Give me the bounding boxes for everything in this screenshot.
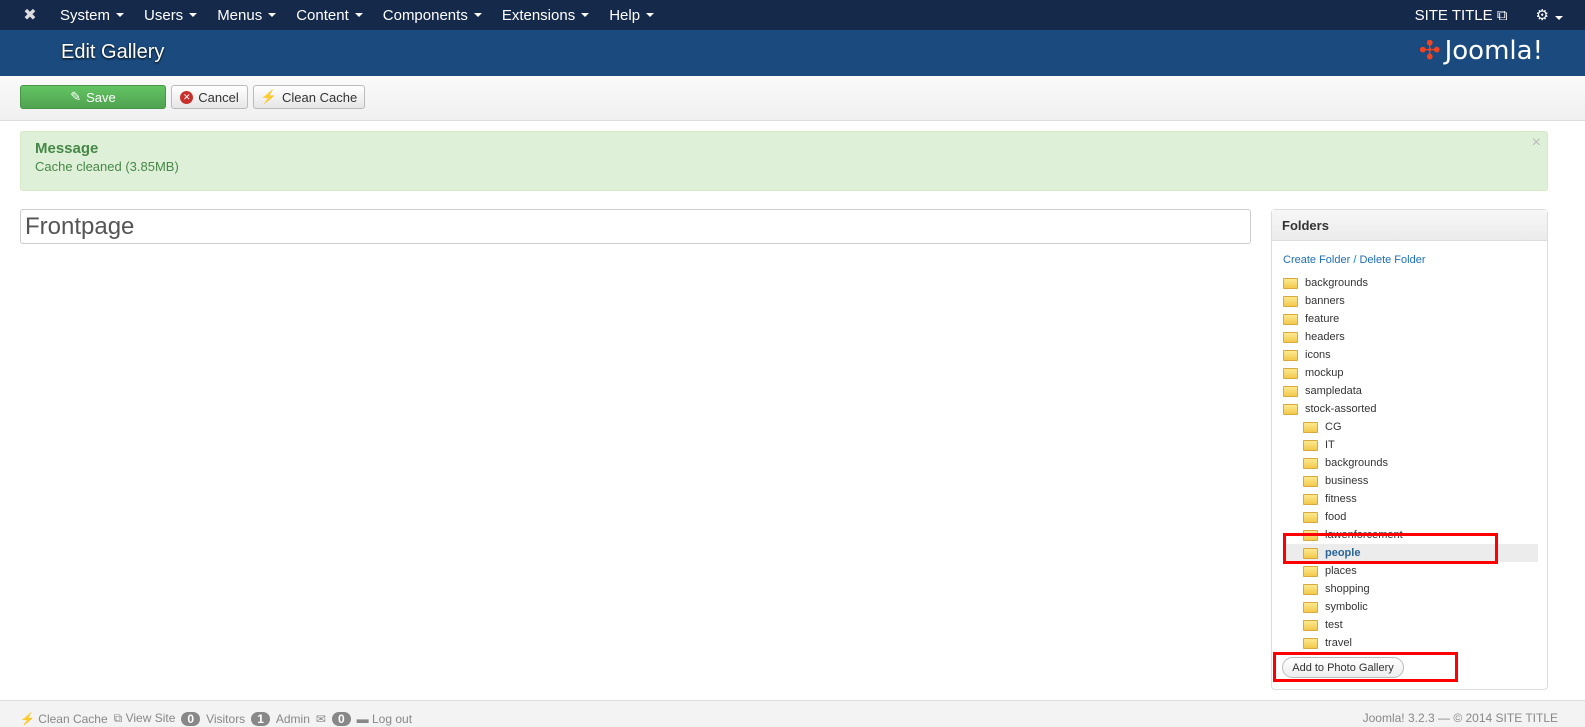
delete-folder-link[interactable]: Delete Folder bbox=[1359, 254, 1425, 266]
site-title-link[interactable]: SITE TITLE ⧉ bbox=[1415, 7, 1508, 24]
settings-menu[interactable]: ⚙ bbox=[1536, 6, 1563, 24]
menu-content[interactable]: Content bbox=[296, 7, 363, 24]
folder-icon bbox=[1283, 313, 1298, 325]
page-title: Edit Gallery bbox=[61, 41, 165, 63]
folder-icon bbox=[1283, 349, 1298, 361]
lightning-icon: ⚡ bbox=[260, 89, 278, 104]
folder-icon bbox=[1283, 277, 1298, 289]
folder-item[interactable]: test bbox=[1283, 616, 1538, 634]
folder-item[interactable]: stock-assorted bbox=[1283, 400, 1538, 418]
caret-down-icon bbox=[581, 13, 590, 17]
folder-item[interactable]: food bbox=[1283, 508, 1538, 526]
folder-item[interactable]: banners bbox=[1283, 292, 1538, 310]
caret-down-icon bbox=[646, 13, 655, 17]
admin-badge: 1 bbox=[251, 711, 270, 726]
folder-icon bbox=[1283, 385, 1298, 397]
view-site-link[interactable]: ⧉ View Site bbox=[114, 711, 176, 726]
folder-open-icon bbox=[1283, 403, 1298, 415]
highlight-box bbox=[1273, 652, 1458, 682]
folder-icon bbox=[1303, 493, 1318, 505]
top-navbar: ✖ System Users Menus Content Components Exten… bbox=[0, 0, 1585, 30]
visitors-badge: 0 bbox=[181, 711, 201, 726]
folder-icon bbox=[1303, 601, 1318, 613]
folder-item[interactable]: sampledata bbox=[1283, 382, 1538, 400]
caret-down-icon bbox=[354, 13, 363, 17]
logout-link[interactable]: ▬ Log out bbox=[357, 712, 412, 726]
folder-item[interactable]: backgrounds bbox=[1283, 454, 1538, 472]
menu-system[interactable]: System bbox=[60, 7, 125, 24]
folder-item[interactable]: CG bbox=[1283, 418, 1538, 436]
messages-badge: 0 bbox=[331, 711, 351, 726]
caret-down-icon bbox=[473, 13, 482, 17]
system-message: Message Cache cleaned (3.85MB) × bbox=[20, 131, 1548, 191]
save-button[interactable]: ✎ Save bbox=[20, 85, 166, 109]
menu-components[interactable]: Components bbox=[383, 7, 482, 24]
folder-item[interactable]: backgrounds bbox=[1283, 274, 1538, 292]
highlight-box bbox=[1283, 533, 1498, 564]
gallery-title-input[interactable] bbox=[20, 209, 1251, 244]
menu-extensions[interactable]: Extensions bbox=[502, 7, 590, 24]
menu-help[interactable]: Help bbox=[609, 7, 655, 24]
folder-icon bbox=[1303, 511, 1318, 523]
folder-icon bbox=[1303, 439, 1318, 451]
folder-tree: backgrounds banners feature headers icons moc… bbox=[1283, 274, 1538, 652]
close-icon[interactable]: × bbox=[1532, 134, 1541, 152]
folder-icon bbox=[1283, 367, 1298, 379]
folder-icon bbox=[1283, 331, 1298, 343]
folder-item[interactable]: travel bbox=[1283, 634, 1538, 652]
folder-item[interactable]: business bbox=[1283, 472, 1538, 490]
mail-icon[interactable]: ✉ bbox=[316, 712, 326, 726]
status-bar: ⚡ Clean Cache ⧉ View Site 0 Visitors 1 Adm… bbox=[0, 700, 1585, 727]
clean-cache-button[interactable]: ⚡ Clean Cache bbox=[253, 85, 365, 109]
folder-item[interactable]: symbolic bbox=[1283, 598, 1538, 616]
folder-icon bbox=[1303, 421, 1318, 433]
folder-icon bbox=[1303, 583, 1318, 595]
menu-menus[interactable]: Menus bbox=[217, 7, 277, 24]
folder-icon bbox=[1303, 637, 1318, 649]
folder-icon bbox=[1303, 565, 1318, 577]
caret-down-icon bbox=[116, 13, 125, 17]
edit-icon: ✎ bbox=[70, 89, 82, 104]
caret-down-icon bbox=[189, 13, 198, 17]
folder-item[interactable]: icons bbox=[1283, 346, 1538, 364]
toolbar: ✎ Save ✕ Cancel ⚡ Clean Cache bbox=[0, 76, 1585, 121]
cancel-icon: ✕ bbox=[180, 90, 194, 104]
folder-item[interactable]: feature bbox=[1283, 310, 1538, 328]
message-text: Cache cleaned (3.85MB) bbox=[35, 159, 179, 174]
folders-heading: Folders bbox=[1272, 210, 1547, 241]
folder-item[interactable]: shopping bbox=[1283, 580, 1538, 598]
joomla-mark-icon: ✣ bbox=[1418, 36, 1441, 66]
folder-icon bbox=[1303, 475, 1318, 487]
clean-cache-link[interactable]: ⚡ Clean Cache bbox=[20, 712, 108, 726]
folder-item[interactable]: fitness bbox=[1283, 490, 1538, 508]
folder-item[interactable]: IT bbox=[1283, 436, 1538, 454]
folder-icon bbox=[1283, 295, 1298, 307]
joomla-logo-icon[interactable]: ✖ bbox=[0, 5, 60, 25]
cancel-button[interactable]: ✕ Cancel bbox=[171, 85, 248, 109]
folder-item[interactable]: mockup bbox=[1283, 364, 1538, 382]
joomla-brand: ✣ Joomla! bbox=[1418, 36, 1543, 66]
folder-item[interactable]: headers bbox=[1283, 328, 1538, 346]
folder-item[interactable]: places bbox=[1283, 562, 1538, 580]
menu-users[interactable]: Users bbox=[144, 7, 198, 24]
create-folder-link[interactable]: Create Folder bbox=[1283, 254, 1350, 266]
version-text: Joomla! 3.2.3 — © 2014 SITE TITLE bbox=[1362, 711, 1558, 725]
caret-down-icon bbox=[268, 13, 277, 17]
message-heading: Message bbox=[35, 140, 99, 157]
page-header: Edit Gallery ✣ Joomla! bbox=[0, 30, 1585, 76]
folder-icon bbox=[1303, 619, 1318, 631]
folders-panel: Folders Create Folder / Delete Folder ba… bbox=[1271, 209, 1548, 690]
folder-icon bbox=[1303, 457, 1318, 469]
